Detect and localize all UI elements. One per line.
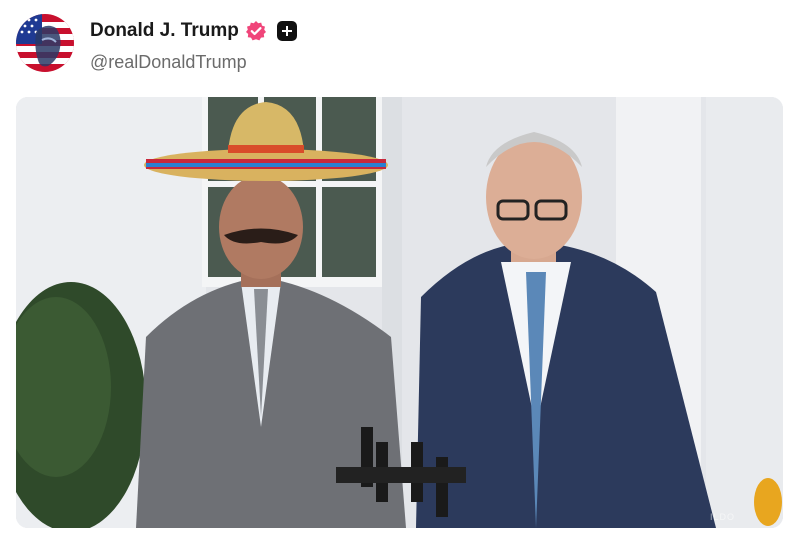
post-media-image[interactable]: ILDO <box>16 97 783 528</box>
post-header: Donald J. Trump @realDonaldTrump <box>16 14 716 74</box>
plus-icon <box>281 26 292 36</box>
follow-button[interactable] <box>276 21 297 41</box>
avatar-image <box>16 14 74 72</box>
author-name-row: Donald J. Trump <box>90 20 297 42</box>
author-handle[interactable]: @realDonaldTrump <box>90 52 247 73</box>
media-watermark: ILDO <box>709 512 735 522</box>
author-display-name[interactable]: Donald J. Trump <box>90 20 239 42</box>
media-photo <box>16 97 783 528</box>
avatar[interactable] <box>16 14 74 72</box>
verified-badge-icon <box>245 20 267 42</box>
